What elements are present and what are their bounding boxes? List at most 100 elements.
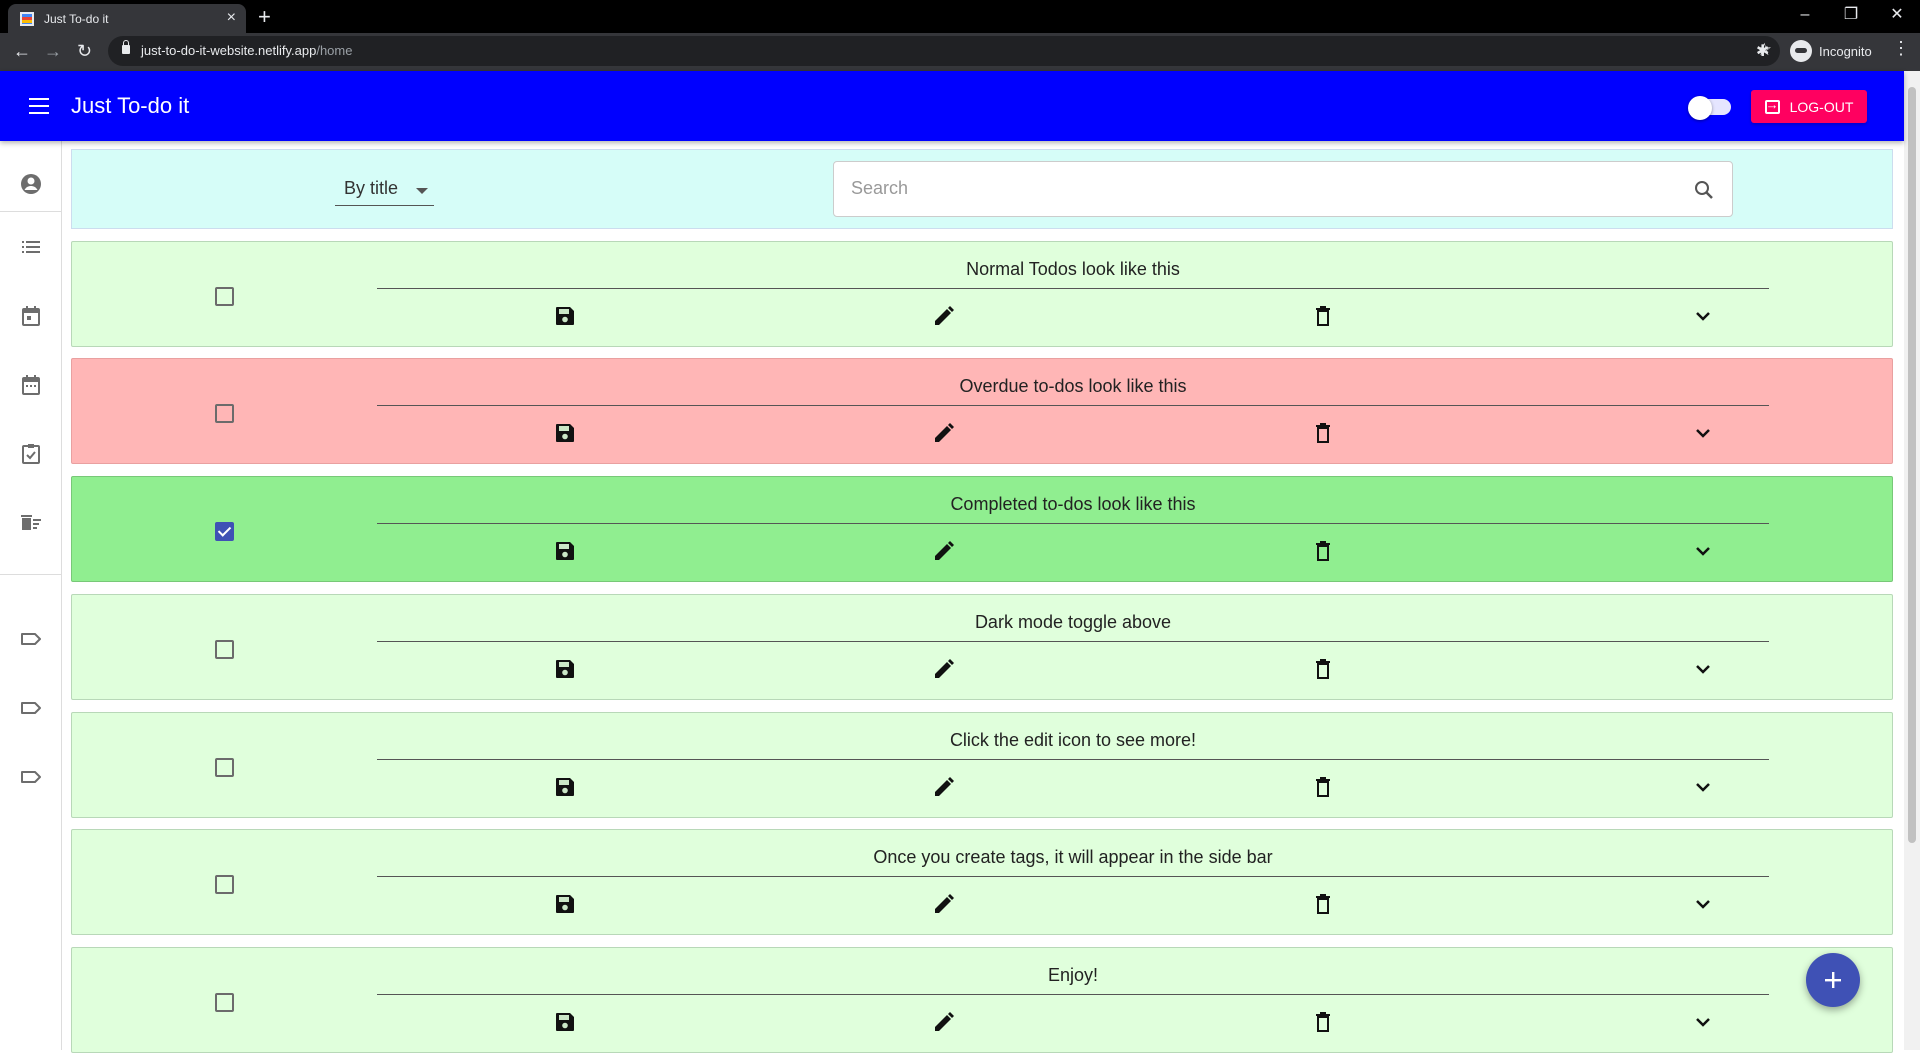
edit-icon[interactable]: [932, 421, 956, 445]
expand-icon[interactable]: [1691, 304, 1715, 328]
extensions-icon[interactable]: ✱: [1756, 41, 1769, 61]
favicon-icon: [20, 12, 34, 26]
url-text[interactable]: just-to-do-it-website.netlify.app/home: [141, 43, 352, 58]
save-icon[interactable]: [553, 304, 577, 328]
scrollbar-thumb[interactable]: [1908, 87, 1916, 843]
delete-icon[interactable]: [1311, 421, 1335, 445]
browser-menu-icon[interactable]: ⋮: [1892, 38, 1910, 59]
logout-icon: [1764, 97, 1780, 114]
forward-icon[interactable]: →: [44, 41, 62, 62]
tag-icon[interactable]: [18, 764, 44, 790]
scrollbar[interactable]: [1904, 71, 1920, 1050]
sort-select[interactable]: By title: [335, 178, 434, 206]
save-icon[interactable]: [553, 775, 577, 799]
edit-icon[interactable]: [932, 1010, 956, 1034]
lock-icon[interactable]: [122, 40, 130, 54]
todo-checkbox[interactable]: [215, 875, 234, 894]
delete-icon[interactable]: [1311, 539, 1335, 563]
todo-divider: [377, 288, 1769, 289]
edit-icon[interactable]: [932, 657, 956, 681]
account-circle-icon[interactable]: [18, 171, 44, 197]
todo-checkbox[interactable]: [215, 758, 234, 777]
todo-title: Once you create tags, it will appear in …: [873, 847, 1273, 867]
browser-tab-bar: Just To-do it × + – ❐ ✕: [0, 0, 1920, 33]
delete-icon[interactable]: [1311, 657, 1335, 681]
edit-icon[interactable]: [932, 539, 956, 563]
edit-icon[interactable]: [932, 775, 956, 799]
list-icon[interactable]: [18, 234, 44, 260]
todo-checkbox[interactable]: [215, 993, 234, 1012]
tab-title: Just To-do it: [44, 12, 109, 26]
expand-icon[interactable]: [1691, 657, 1715, 681]
menu-icon[interactable]: [29, 98, 49, 114]
logout-label: LOG-OUT: [1789, 98, 1854, 115]
todo-title: Completed to-dos look like this: [950, 494, 1196, 514]
todo-checkbox[interactable]: [215, 404, 234, 423]
todo-title: Normal Todos look like this: [966, 259, 1180, 279]
expand-icon[interactable]: [1691, 539, 1715, 563]
todo-title: Dark mode toggle above: [974, 612, 1172, 632]
browser-toolbar: ← → ↻ just-to-do-it-website.netlify.app/…: [0, 33, 1920, 71]
search-icon[interactable]: [1692, 178, 1716, 207]
window-controls: – ❐ ✕: [1782, 0, 1920, 29]
reload-icon[interactable]: ↻: [77, 41, 92, 62]
expand-icon[interactable]: [1691, 775, 1715, 799]
todo-title: Click the edit icon to see more!: [949, 730, 1197, 750]
incognito-icon: [1790, 40, 1812, 62]
todo-title: Enjoy!: [1047, 965, 1099, 985]
tab-close-icon[interactable]: ×: [227, 9, 236, 27]
save-icon[interactable]: [553, 421, 577, 445]
incognito-profile[interactable]: Incognito: [1790, 38, 1872, 64]
new-tab-icon[interactable]: +: [258, 4, 271, 30]
todo-item: Overdue to-dos look like this: [71, 358, 1893, 464]
app-title: Just To-do it: [71, 93, 190, 118]
profile-label: Incognito: [1819, 43, 1872, 59]
back-icon[interactable]: ←: [13, 41, 31, 62]
save-icon[interactable]: [553, 1010, 577, 1034]
dark-mode-toggle[interactable]: [1688, 94, 1733, 120]
dropdown-caret-icon: [416, 188, 428, 194]
plus-icon: [1825, 972, 1841, 988]
delete-sweep-icon[interactable]: [18, 510, 44, 536]
todo-item: Enjoy!: [71, 947, 1893, 1053]
address-bar[interactable]: just-to-do-it-website.netlify.app/home ☆: [108, 36, 1780, 66]
expand-icon[interactable]: [1691, 421, 1715, 445]
expand-icon[interactable]: [1691, 892, 1715, 916]
filter-bar: By title: [71, 149, 1893, 229]
todo-item: Dark mode toggle above: [71, 594, 1893, 700]
add-todo-button[interactable]: [1806, 953, 1860, 1007]
tag-icon[interactable]: [18, 626, 44, 652]
sidebar: [0, 141, 62, 1050]
close-window-icon[interactable]: ✕: [1874, 0, 1920, 29]
browser-tab[interactable]: Just To-do it ×: [8, 4, 246, 33]
sidebar-divider: [0, 211, 62, 212]
delete-icon[interactable]: [1311, 304, 1335, 328]
todo-item: Normal Todos look like this: [71, 241, 1893, 347]
todo-divider: [377, 405, 1769, 406]
expand-icon[interactable]: [1691, 1010, 1715, 1034]
save-icon[interactable]: [553, 892, 577, 916]
todo-checkbox[interactable]: [215, 287, 234, 306]
calendar-month-icon[interactable]: [18, 372, 44, 398]
delete-icon[interactable]: [1311, 892, 1335, 916]
todo-divider: [377, 876, 1769, 877]
edit-icon[interactable]: [932, 892, 956, 916]
delete-icon[interactable]: [1311, 1010, 1335, 1034]
delete-icon[interactable]: [1311, 775, 1335, 799]
logout-button[interactable]: LOG-OUT: [1751, 90, 1867, 123]
calendar-today-icon[interactable]: [18, 303, 44, 329]
edit-icon[interactable]: [932, 304, 956, 328]
search-input[interactable]: [851, 178, 1671, 199]
save-icon[interactable]: [553, 539, 577, 563]
todo-item: Click the edit icon to see more!: [71, 712, 1893, 818]
todo-divider: [377, 641, 1769, 642]
todo-checkbox[interactable]: [215, 640, 234, 659]
save-icon[interactable]: [553, 657, 577, 681]
minimize-icon[interactable]: –: [1782, 0, 1828, 29]
tag-icon[interactable]: [18, 695, 44, 721]
assignment-check-icon[interactable]: [18, 441, 44, 467]
search-box: [833, 161, 1733, 217]
restore-icon[interactable]: ❐: [1828, 0, 1874, 29]
toggle-thumb: [1688, 96, 1712, 120]
todo-checkbox[interactable]: [215, 522, 234, 541]
